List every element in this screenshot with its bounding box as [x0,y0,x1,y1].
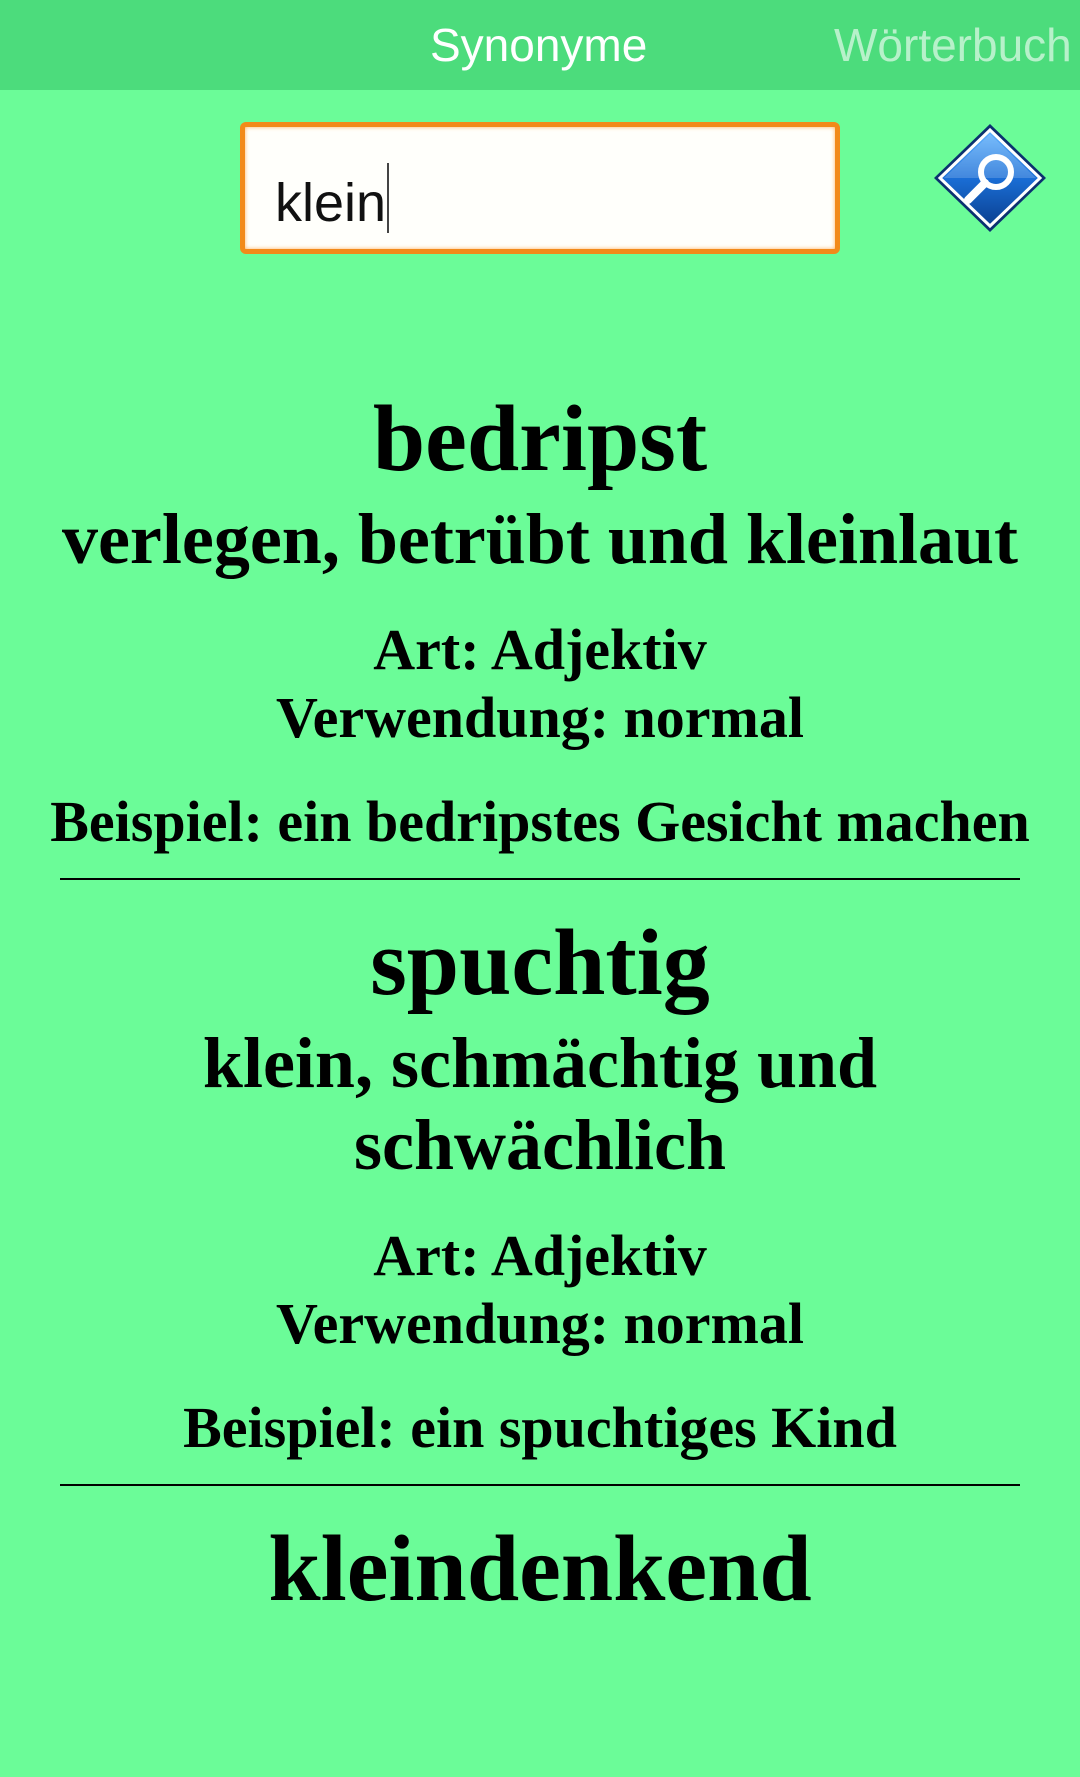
divider [60,878,1020,880]
text-caret [387,163,390,233]
entry-definition: klein, schmächtig und schwächlich [202,1023,878,1185]
entry-meta: Art: Adjektiv Verwendung: normal [0,616,1080,752]
search-button[interactable] [930,120,1050,240]
entry-term: bedripst [372,387,708,491]
entry-example: Beispiel: ein bedripstes Gesicht machen [50,789,1030,854]
divider [60,1484,1020,1486]
entry-type: Art: Adjektiv [373,617,707,682]
tab-bar: Synonyme Wörterbuch [0,0,1080,90]
entry-definition: verlegen, betrübt und kleinlaut [61,499,1019,579]
tab-synonyme[interactable]: Synonyme [430,18,647,72]
tab-woerterbuch[interactable]: Wörterbuch [834,18,1072,72]
entry-term: kleindenkend [268,1517,812,1621]
entry-type: Art: Adjektiv [373,1223,707,1288]
magnifier-icon [934,124,1046,232]
entry-usage: Verwendung: normal [276,1291,804,1356]
entry-meta: Art: Adjektiv Verwendung: normal [0,1222,1080,1358]
search-input-text: klein [275,163,390,234]
results-list: bedripst verlegen, betrübt und kleinlaut… [0,380,1080,1730]
list-item[interactable]: kleindenkend [0,1510,1080,1628]
list-item[interactable]: spuchtig klein, schmächtig und schwächli… [0,904,1080,1462]
search-input[interactable]: klein [240,122,840,254]
list-item[interactable]: bedripst verlegen, betrübt und kleinlaut… [0,380,1080,856]
entry-term: spuchtig [370,911,710,1015]
entry-usage: Verwendung: normal [276,685,804,750]
entry-example: Beispiel: ein spuchtiges Kind [183,1395,897,1460]
